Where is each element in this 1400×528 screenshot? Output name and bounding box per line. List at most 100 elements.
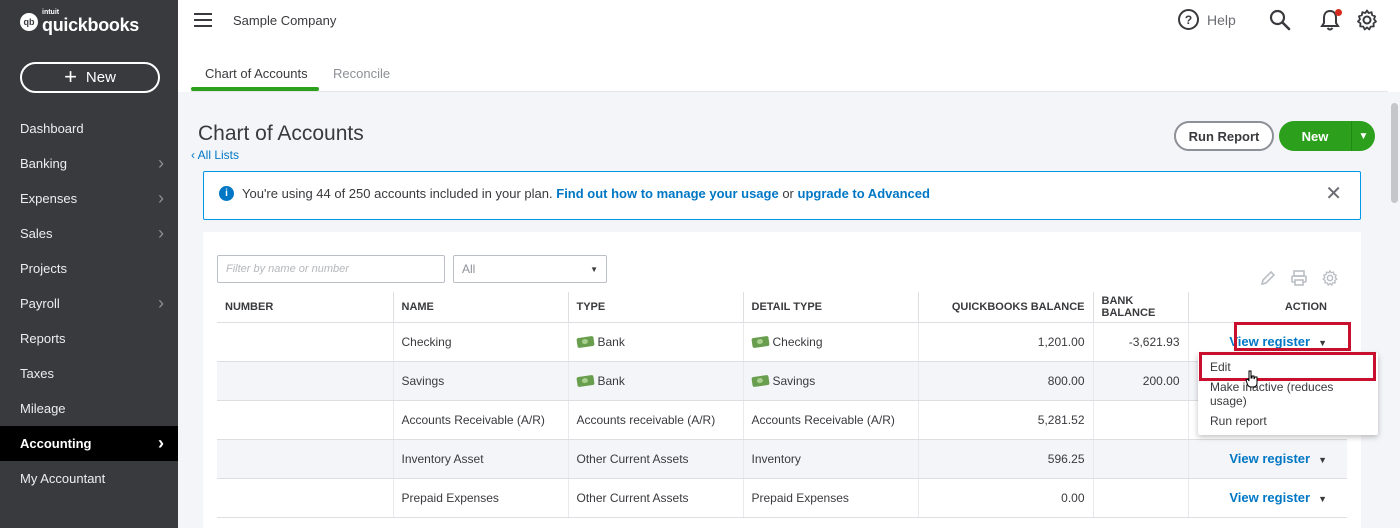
run-report-button[interactable]: Run Report [1174,121,1274,151]
upgrade-link[interactable]: upgrade to Advanced [798,186,930,201]
cell-type: Bank [567,322,743,362]
view-register-link[interactable]: View register [1229,490,1310,505]
sidebar-item-banking[interactable]: Banking › [0,146,178,181]
sidebar-item-payroll[interactable]: Payroll › [0,286,178,321]
col-header-number[interactable]: NUMBER [217,292,393,323]
sidebar-item-label: Mileage [20,401,66,416]
sidebar-item-taxes[interactable]: Taxes [0,356,178,391]
sidebar-item-label: Taxes [20,366,54,381]
sidebar-item-label: Accounting [20,436,92,451]
cell-detail-type: Inventory [742,439,918,479]
search-icon[interactable] [1268,8,1292,37]
info-icon: i [219,186,234,201]
cell-bank-balance [1092,400,1188,440]
cell-name: Inventory Asset [392,439,568,479]
menu-item-run-report[interactable]: Run report [1198,407,1378,434]
page-scrollbar[interactable] [1391,103,1398,203]
new-account-button[interactable]: New [1279,129,1351,144]
sidebar-new-button[interactable]: + New [20,62,160,93]
action-dropdown-caret-icon[interactable]: ▼ [1318,455,1327,465]
cell-bank-balance: -3,621.93 [1092,322,1188,362]
edit-highlight [1199,352,1376,381]
hamburger-menu-icon[interactable] [194,13,212,27]
cell-qb-balance: 800.00 [917,361,1093,401]
table-header-row: NUMBER NAME TYPE DETAIL TYPE QUICKBOOKS … [217,292,1347,323]
sidebar-item-accounting[interactable]: Accounting › [0,426,178,461]
accounts-table: NUMBER NAME TYPE DETAIL TYPE QUICKBOOKS … [217,292,1347,518]
sidebar-item-reports[interactable]: Reports [0,321,178,356]
gear-icon[interactable] [1355,8,1379,37]
help-label: Help [1207,11,1236,28]
cell-type-text: Bank [597,334,625,349]
pencil-icon[interactable] [1259,269,1277,292]
cell-qb-balance: 0.00 [917,478,1093,518]
sidebar-item-label: Reports [20,331,66,346]
col-header-type[interactable]: TYPE [567,292,743,323]
cell-number [217,478,393,518]
help-button[interactable]: ? Help [1178,9,1236,30]
cell-name: Savings [392,361,568,401]
action-dropdown-caret-icon[interactable]: ▼ [1318,494,1327,504]
bank-money-icon [750,336,770,349]
sidebar-item-label: My Accountant [20,471,106,486]
bell-icon[interactable] [1319,8,1342,37]
print-icon[interactable] [1290,269,1308,292]
all-lists-link[interactable]: ‹ All Lists [191,148,239,162]
col-header-detail-type[interactable]: DETAIL TYPE [742,292,918,323]
tab-chart-of-accounts[interactable]: Chart of Accounts [205,66,308,81]
table-settings-gear-icon[interactable] [1321,269,1339,292]
chevron-right-icon: › [158,188,164,208]
cell-bank-balance [1092,478,1188,518]
chevron-right-icon: › [158,223,164,243]
table-row[interactable]: Savings Bank Savings 800.00 200.00 [217,361,1347,401]
sidebar-item-label: Sales [20,226,53,241]
account-filter-select[interactable]: All ▼ [453,255,607,283]
cell-type: Accounts receivable (A/R) [567,400,743,440]
cell-detail-type-text: Accounts Receivable (A/R) [751,412,895,427]
sidebar-item-dashboard[interactable]: Dashboard [0,111,178,146]
close-icon[interactable]: ✕ [1325,184,1342,204]
col-header-name[interactable]: NAME [392,292,568,323]
sidebar-new-label: New [85,69,116,86]
cell-name-text: Prepaid Expenses [401,490,499,505]
cell-detail-type: Prepaid Expenses [742,478,918,518]
quickbooks-logo[interactable]: qb intuit quickbooks [20,9,139,34]
cell-number [217,400,393,440]
cell-type: Other Current Assets [567,439,743,479]
col-header-action: ACTION [1187,292,1347,323]
banner-text: You're using 44 of 250 accounts included… [242,186,930,201]
cell-detail-type-text: Savings [772,373,816,388]
qb-logo-icon: qb [20,12,38,31]
cell-name-text: Accounts Receivable (A/R) [401,412,545,427]
sidebar-item-projects[interactable]: Projects [0,251,178,286]
tabs-divider [190,91,1388,92]
new-dropdown-arrow-icon[interactable]: ▼ [1351,121,1375,151]
top-header: Sample Company ? Help [178,0,1400,42]
manage-usage-link[interactable]: Find out how to manage your usage [556,186,778,201]
filter-search-input[interactable] [217,255,445,283]
table-row[interactable]: Prepaid Expenses Other Current Assets Prep… [217,478,1347,518]
cell-type: Other Current Assets [567,478,743,518]
sidebar-item-expenses[interactable]: Expenses › [0,181,178,216]
cell-name-text: Checking [401,334,452,349]
col-header-qb-balance[interactable]: QUICKBOOKS BALANCE [917,292,1093,323]
tab-reconcile[interactable]: Reconcile [333,66,390,81]
table-tools [1259,269,1339,292]
cell-detail-type-text: Checking [772,334,823,349]
view-register-link[interactable]: View register [1229,451,1310,466]
cell-detail-type: Savings [742,361,918,401]
table-row[interactable]: Accounts Receivable (A/R) Accounts receiv… [217,400,1347,440]
table-row[interactable]: Checking Bank Checking 1,201.00 -3,621.93 Vie… [217,322,1347,362]
sidebar-item-my-accountant[interactable]: My Accountant [0,461,178,496]
company-name: Sample Company [233,13,337,28]
cell-number [217,361,393,401]
filter-select-value: All [462,262,476,276]
menu-item-make-inactive[interactable]: Make inactive (reduces usage) [1198,380,1378,408]
bank-money-icon [575,336,595,349]
notification-dot [1335,9,1342,16]
sidebar-item-mileage[interactable]: Mileage [0,391,178,426]
help-icon: ? [1178,9,1199,30]
table-row[interactable]: Inventory Asset Other Current Assets Inven… [217,439,1347,479]
sidebar-item-sales[interactable]: Sales › [0,216,178,251]
col-header-bank-balance[interactable]: BANK BALANCE [1092,292,1188,323]
